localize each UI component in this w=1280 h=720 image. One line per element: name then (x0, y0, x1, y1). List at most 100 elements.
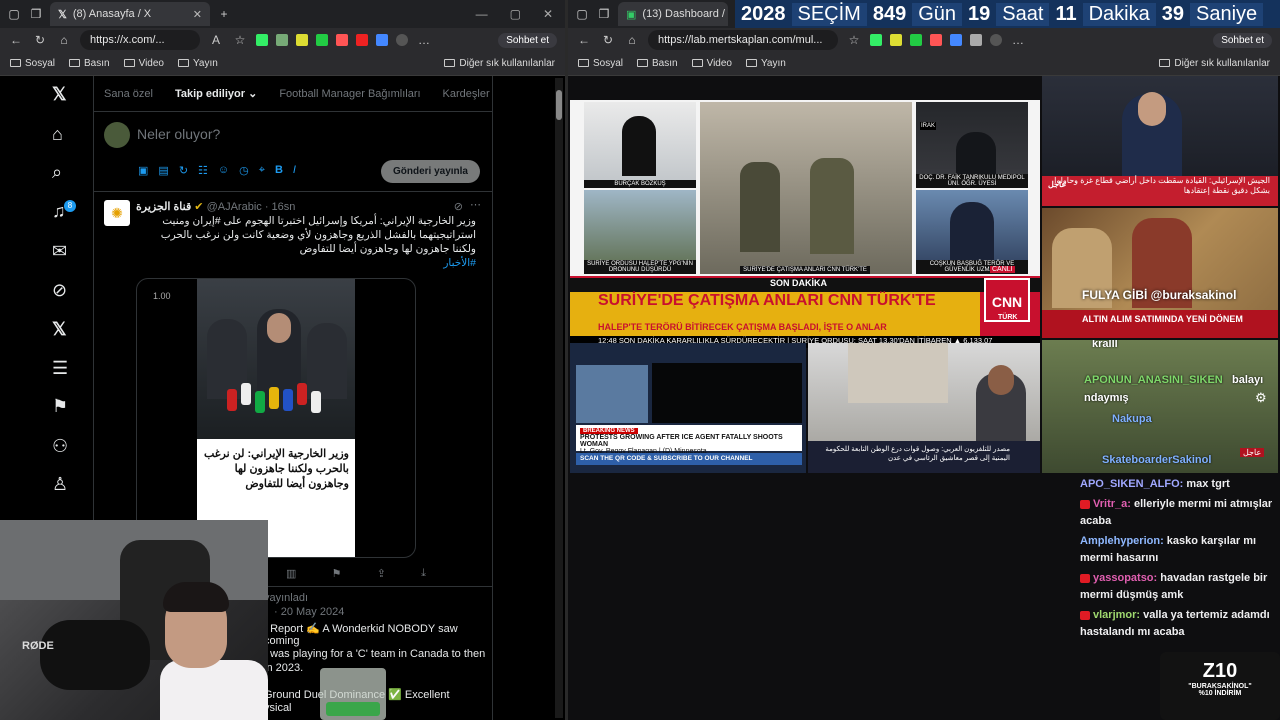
bookmarks-icon[interactable]: ⚑ (52, 396, 68, 417)
tab-actions-icon[interactable]: ❐ (28, 6, 44, 22)
read-aloud-icon[interactable]: A (208, 32, 224, 48)
scrollbar[interactable] (555, 78, 563, 718)
cnn-international-stream[interactable]: BREAKING NEWS PROTESTS GROWING AFTER ICE… (570, 343, 806, 473)
stream-overlay[interactable]: kralll APONUN_ANASINI_SIKEN balayı ndaym… (1042, 340, 1278, 473)
views-icon[interactable]: ▥ (286, 567, 296, 580)
refresh-icon[interactable]: ↻ (600, 32, 616, 48)
close-window-icon[interactable]: ✕ (543, 7, 553, 21)
tab-x-home[interactable]: 𝕏 (8) Anasayfa / X ✕ (50, 2, 210, 26)
extension-icon[interactable] (930, 34, 942, 46)
bookmark-folder[interactable]: Sosyal (10, 58, 55, 69)
copilot-button[interactable]: Sohbet et (498, 32, 557, 48)
extension-icon[interactable] (336, 34, 348, 46)
tab-for-you[interactable]: Sana özel (104, 88, 153, 100)
italic-icon[interactable]: I (293, 164, 296, 177)
emoji-icon[interactable]: ☺ (218, 164, 229, 177)
copilot-button[interactable]: Sohbet et (1213, 32, 1272, 48)
compose-input[interactable]: Neler oluyor? (137, 126, 220, 142)
bookmark-folder[interactable]: Yayın (746, 58, 786, 69)
back-icon[interactable]: ← (576, 32, 592, 48)
aljazeera-logo[interactable]: ✺ (104, 200, 130, 226)
home-icon[interactable]: ⌂ (52, 124, 63, 145)
refresh-icon[interactable]: ↻ (32, 32, 48, 48)
extension-icon[interactable] (950, 34, 962, 46)
gear-icon[interactable]: ⚙ (1255, 390, 1267, 406)
extension-icon[interactable] (296, 34, 308, 46)
extension-icon[interactable] (276, 34, 288, 46)
favorite-star-icon[interactable]: ☆ (232, 32, 248, 48)
bold-icon[interactable]: B (275, 164, 283, 177)
messages-icon[interactable]: ✉ (52, 241, 67, 262)
profile-avatar[interactable] (990, 34, 1002, 46)
profile-icon[interactable]: ♙ (52, 474, 68, 495)
tab-following[interactable]: Takip ediliyor ⌄ (175, 87, 257, 100)
share-icon[interactable]: ⇪ (377, 567, 386, 580)
extension-icon[interactable] (316, 34, 328, 46)
x-logo-icon[interactable]: 𝕏 (52, 84, 67, 105)
tweet-video[interactable]: 1.00 وزير الخارجية الإيراني: لن نرغب بال… (136, 278, 416, 558)
chat-username[interactable]: APO_SIKEN_ALFO: (1080, 478, 1183, 490)
search-icon[interactable]: ⌕ (52, 162, 62, 183)
location-icon[interactable]: ⌖ (259, 164, 265, 177)
tab-kardesler[interactable]: Kardeşler Kıra (443, 88, 492, 100)
home-icon[interactable]: ⌂ (56, 32, 72, 48)
extension-icon[interactable] (890, 34, 902, 46)
poll-icon[interactable]: ☷ (198, 164, 208, 177)
bookmark-folder[interactable]: Basın (69, 58, 110, 69)
home-icon[interactable]: ⌂ (624, 32, 640, 48)
aljazeera-stream[interactable]: الجيش الإسرائيلي: القيادة سقطت داخل أراض… (1042, 76, 1278, 206)
grok-icon[interactable]: ↻ (179, 164, 188, 177)
url-field[interactable]: https://x.com/... (80, 30, 200, 50)
bookmark-folder[interactable]: Sosyal (578, 58, 623, 69)
tab-dashboard[interactable]: ▣ (13) Dashboard / S (618, 2, 728, 26)
more-icon[interactable]: … (1010, 32, 1026, 48)
tweet-time[interactable]: · 16sn (265, 201, 296, 213)
more-icon[interactable]: … (416, 32, 432, 48)
cnn-turk-stream[interactable]: BURÇAK BOZKUŞ SURİYE ORDUSU HALEP'TE YPG… (570, 100, 1040, 348)
extension-icon[interactable] (870, 34, 882, 46)
maximize-icon[interactable]: ▢ (510, 7, 521, 21)
bookmark-folder[interactable]: Yayın (178, 58, 218, 69)
workspaces-icon[interactable]: ▢ (6, 6, 22, 22)
bookmark-folder[interactable]: Video (691, 58, 732, 69)
scrollbar-thumb[interactable] (556, 90, 562, 120)
gif-icon[interactable]: ▤ (158, 164, 168, 177)
url-field[interactable]: https://lab.mertskaplan.com/mul... (648, 30, 838, 50)
favorite-star-icon[interactable]: ☆ (846, 32, 862, 48)
tweet-author-name[interactable]: قناة الجزيرة (136, 201, 191, 213)
hashtag-link[interactable]: #الأخبار (443, 257, 476, 269)
tab-actions-icon[interactable]: ❐ (596, 6, 612, 22)
chat-username[interactable]: Vritr_a: (1093, 498, 1131, 510)
other-favorites[interactable]: Diğer sık kullanılanlar (1159, 58, 1270, 69)
post-button[interactable]: Gönderi yayınla (380, 160, 480, 183)
premium-icon[interactable]: 𝕏 (52, 319, 67, 340)
minimize-icon[interactable]: — (476, 7, 488, 21)
chat-username[interactable]: vlarjmor: (1093, 609, 1140, 621)
profile-avatar[interactable] (396, 34, 408, 46)
communities-icon[interactable]: ⚇ (52, 436, 68, 457)
bookmark-folder[interactable]: Basın (637, 58, 678, 69)
back-icon[interactable]: ← (8, 32, 24, 48)
extension-icon[interactable] (256, 34, 268, 46)
tweet-time[interactable]: · 20 May 2024 (274, 606, 344, 618)
grok-icon[interactable]: ⊘ (52, 280, 67, 301)
download-icon[interactable]: ⤓ (421, 567, 426, 580)
tab-football-manager[interactable]: Football Manager Bağımlıları (279, 88, 420, 100)
close-tab-icon[interactable]: ✕ (193, 8, 202, 21)
image-icon[interactable]: ▣ (138, 164, 148, 177)
bookmark-icon[interactable]: ⚑ (332, 567, 342, 580)
workspaces-icon[interactable]: ▢ (574, 6, 590, 22)
grok-icon[interactable]: ⊘ (454, 200, 463, 213)
extension-icon[interactable] (970, 34, 982, 46)
market-stream[interactable]: FULYA GİBİ @burаksakinol ALTIN ALIM SATI… (1042, 208, 1278, 338)
new-tab-icon[interactable]: + (216, 6, 232, 22)
alaraby-stream[interactable]: مصدر للتلفزيون العربي: وصول قوات درع الو… (808, 343, 1040, 473)
chat-username[interactable]: yassopatso: (1093, 572, 1157, 584)
extension-icon[interactable] (356, 34, 368, 46)
extension-icon[interactable] (376, 34, 388, 46)
extension-icon[interactable] (910, 34, 922, 46)
lists-icon[interactable]: ☰ (52, 358, 68, 379)
more-icon[interactable]: ⋯ (470, 198, 481, 211)
tweet-handle[interactable]: @AJArabic (207, 201, 262, 213)
other-favorites[interactable]: Diğer sık kullanılanlar (444, 58, 555, 69)
